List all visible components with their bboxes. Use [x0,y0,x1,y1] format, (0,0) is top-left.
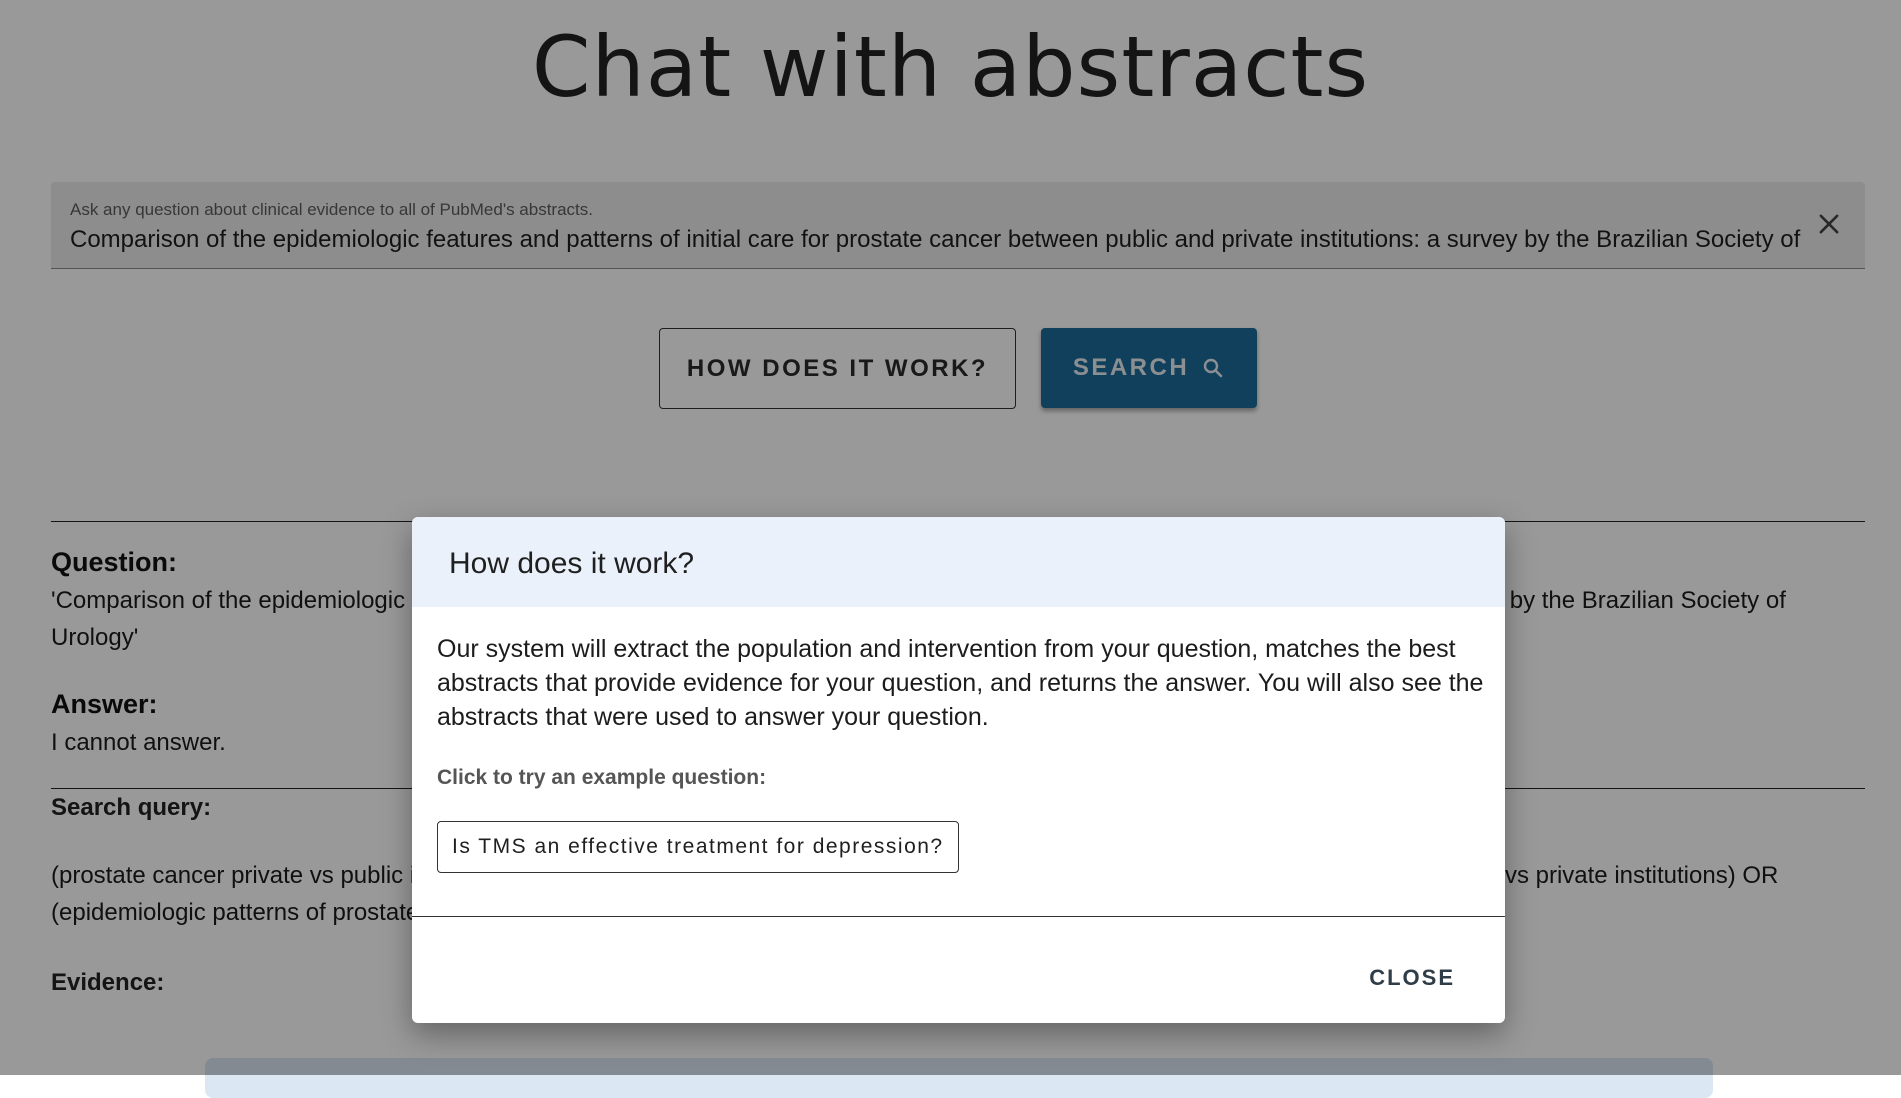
example-question-button[interactable]: Is TMS an effective treatment for depres… [437,821,959,873]
dialog-description: Our system will extract the population a… [437,635,1484,731]
close-button[interactable]: CLOSE [1355,957,1469,999]
dialog-header: How does it work? [412,517,1505,607]
dialog-title: How does it work? [449,547,695,580]
how-it-works-dialog: How does it work? Our system will extrac… [412,517,1505,1023]
page: Chat with abstracts Ask any question abo… [0,0,1901,1098]
example-question-label: Click to try an example question: [437,766,767,789]
dialog-divider [412,916,1505,917]
